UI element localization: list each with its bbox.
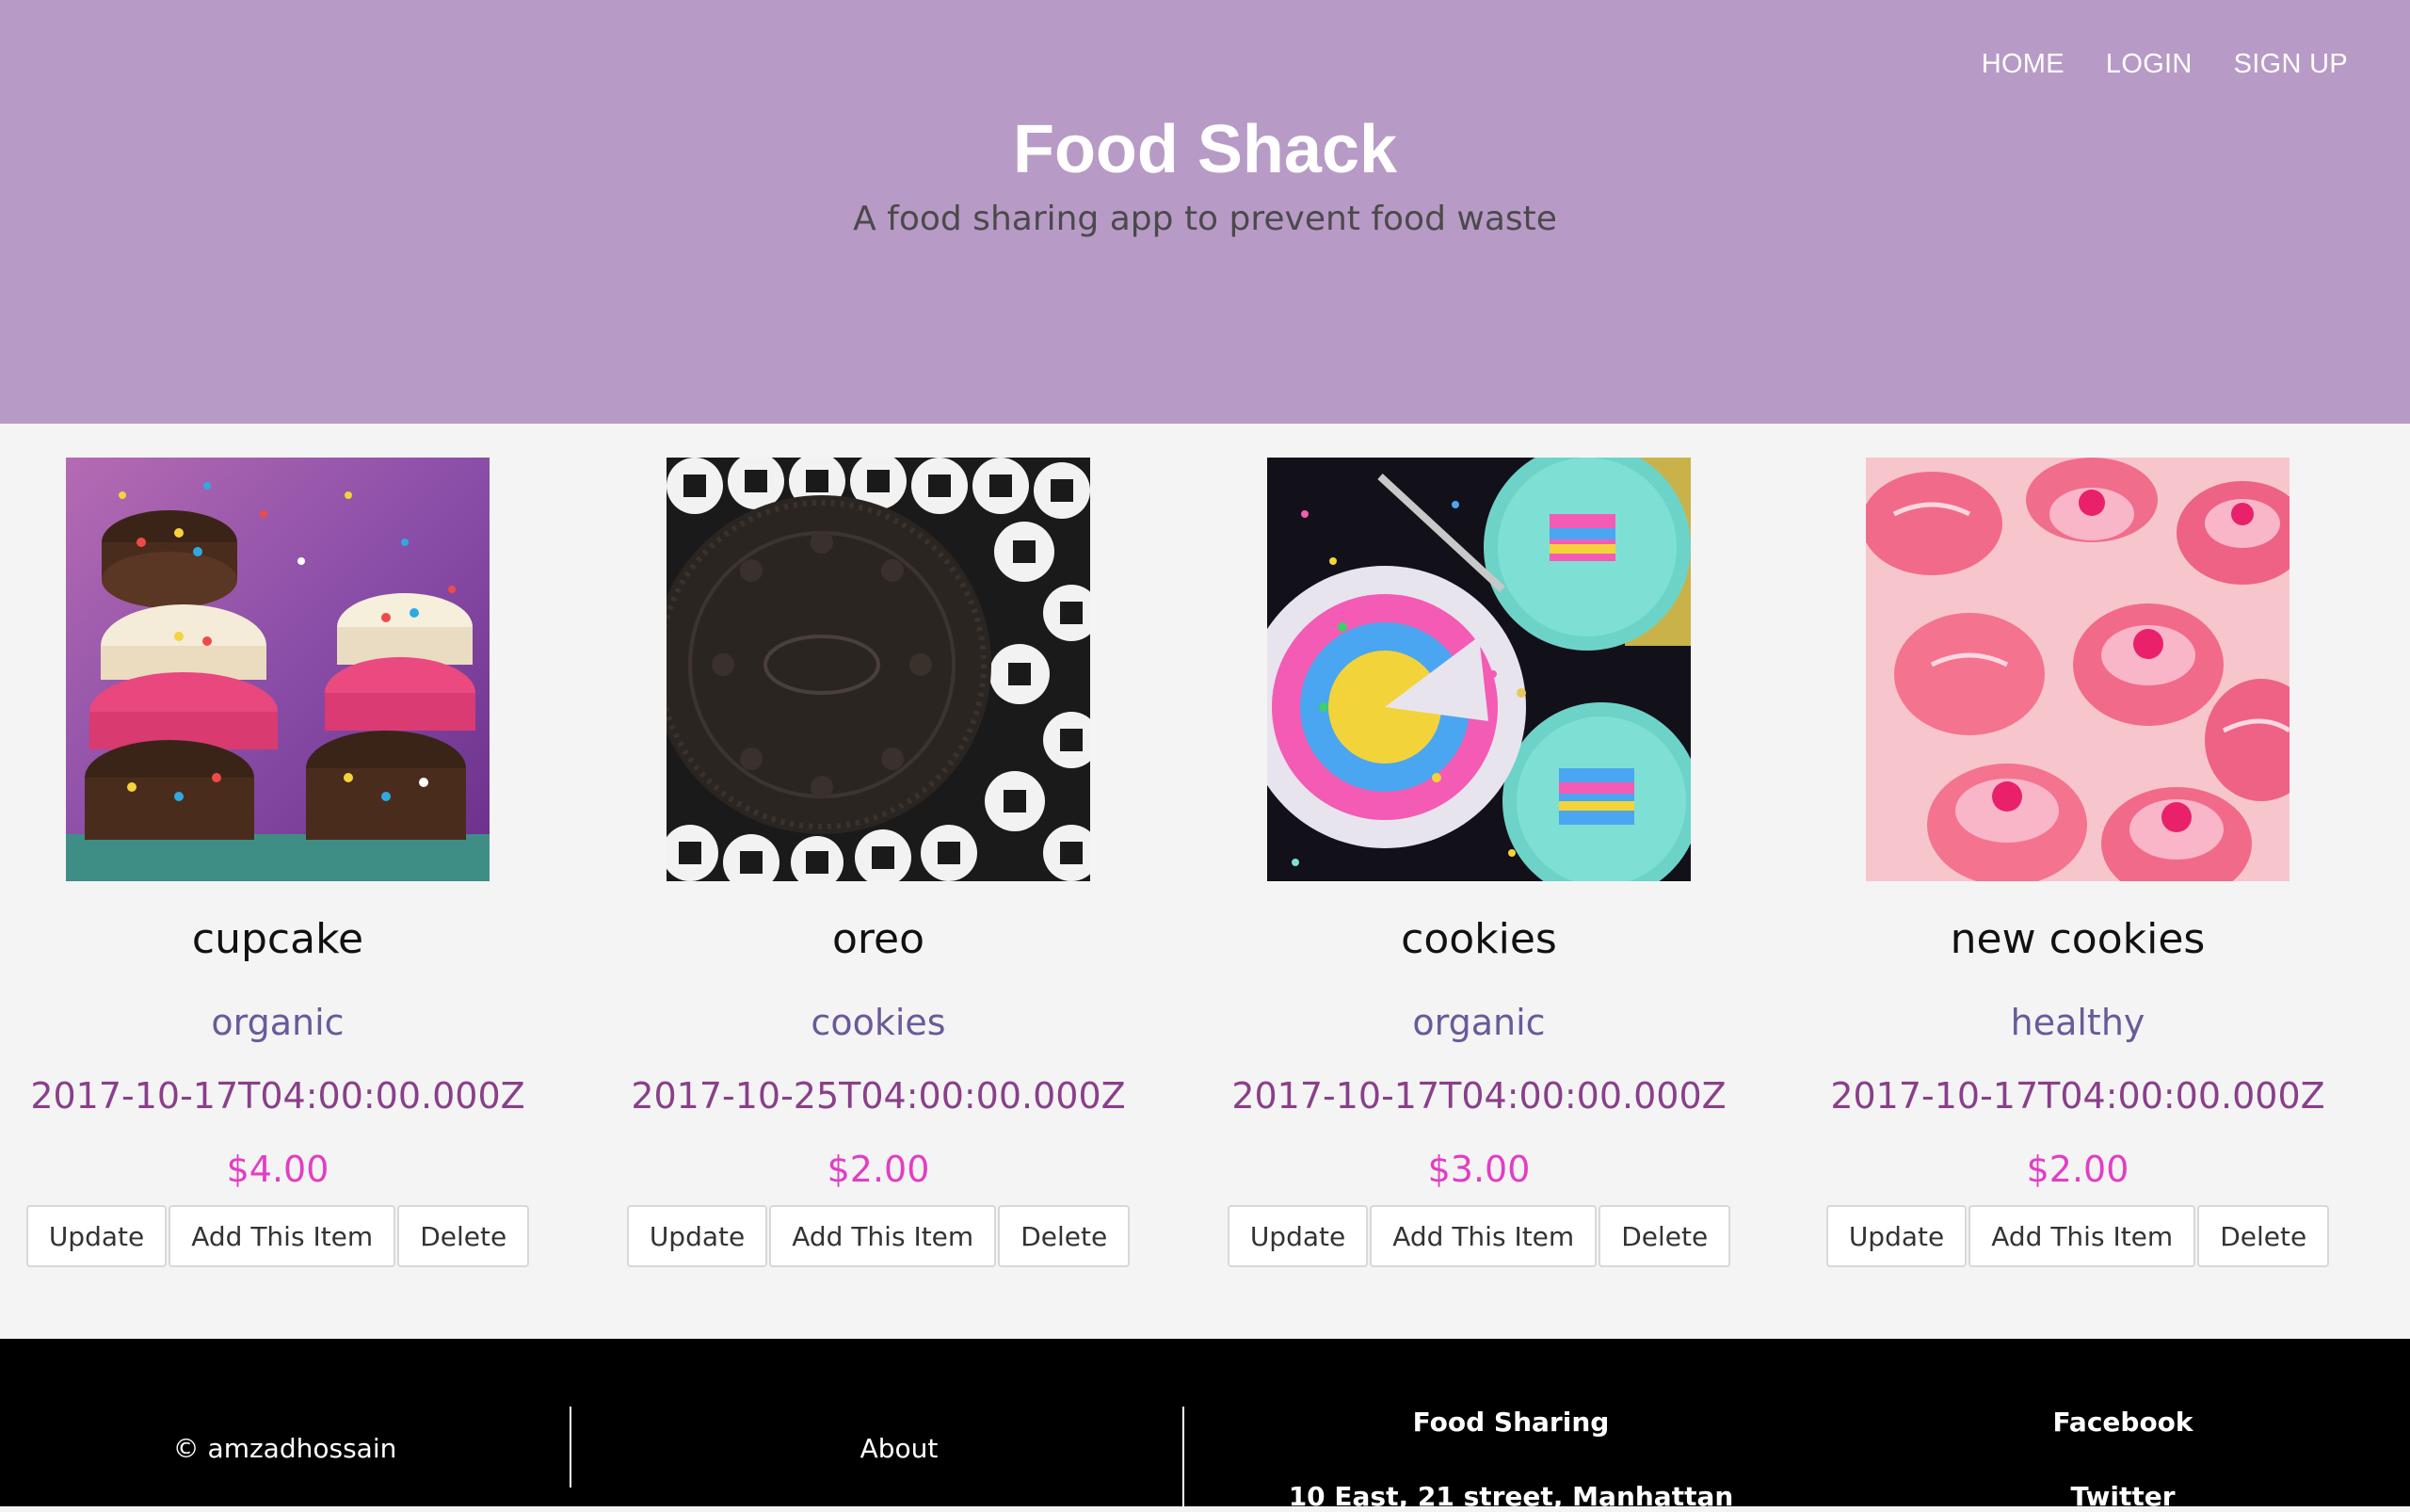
food-category: healthy (2010, 1002, 2145, 1043)
card-actions: Update Add This Item Delete (615, 1205, 1142, 1267)
header: HOME LOGIN SIGN UP Food Shack A food sha… (0, 0, 2410, 424)
food-name: cupcake (191, 915, 364, 963)
copyright-text: © amzadhossain (172, 1433, 397, 1464)
footer-social: Facebook Twitter (1977, 1407, 2269, 1512)
food-date: 2017-10-17T04:00:00.000Z (1231, 1075, 1727, 1117)
footer-divider (570, 1407, 571, 1488)
food-date: 2017-10-25T04:00:00.000Z (631, 1075, 1126, 1117)
update-button[interactable]: Update (1825, 1205, 1968, 1267)
footer-contact: Food Sharing 10 East, 21 street, Manhatt… (1271, 1407, 1751, 1512)
add-item-button[interactable]: Add This Item (1968, 1205, 2196, 1267)
add-item-button[interactable]: Add This Item (769, 1205, 997, 1267)
nav-login-link[interactable]: LOGIN (2106, 49, 2193, 80)
update-button[interactable]: Update (25, 1205, 168, 1267)
nav-home-link[interactable]: HOME (1982, 49, 2065, 80)
food-category: cookies (811, 1002, 946, 1043)
twitter-link[interactable]: Twitter (1977, 1481, 2269, 1512)
food-date: 2017-10-17T04:00:00.000Z (30, 1075, 525, 1117)
nav-signup-link[interactable]: SIGN UP (2234, 49, 2348, 80)
food-card-grid: cupcake organic 2017-10-17T04:00:00.000Z… (0, 458, 2410, 1286)
card-actions: Update Add This Item Delete (14, 1205, 541, 1267)
pink-cupcakes-image (1866, 458, 2290, 881)
page-title: Food Shack (1012, 112, 1398, 187)
food-price: $4.00 (226, 1149, 329, 1190)
add-item-button[interactable]: Add This Item (1370, 1205, 1598, 1267)
delete-button[interactable]: Delete (1599, 1205, 1731, 1267)
about-link[interactable]: About (772, 1433, 1026, 1464)
footer-contact-title: Food Sharing (1412, 1407, 1610, 1438)
food-name: oreo (831, 915, 925, 963)
footer-address: 10 East, 21 street, Manhattan (1288, 1481, 1734, 1512)
food-name: new cookies (1950, 915, 2206, 963)
food-price: $3.00 (1427, 1149, 1531, 1190)
delete-button[interactable]: Delete (397, 1205, 530, 1267)
food-category: organic (211, 1002, 345, 1043)
page-subtitle: A food sharing app to prevent food waste (853, 200, 1557, 238)
delete-button[interactable]: Delete (2197, 1205, 2330, 1267)
card-actions: Update Add This Item Delete (1215, 1205, 1743, 1267)
macarons-image (66, 458, 490, 881)
food-price: $2.00 (2026, 1149, 2129, 1190)
delete-button[interactable]: Delete (998, 1205, 1131, 1267)
rainbow-cake-image (1267, 458, 1691, 881)
food-name: cookies (1401, 915, 1557, 963)
card-actions: Update Add This Item Delete (1814, 1205, 2341, 1267)
oreo-image (667, 458, 1090, 881)
food-category: organic (1412, 1002, 1546, 1043)
footer-divider (1182, 1407, 1184, 1506)
top-nav: HOME LOGIN SIGN UP (1982, 49, 2348, 80)
update-button[interactable]: Update (626, 1205, 768, 1267)
food-date: 2017-10-17T04:00:00.000Z (1830, 1075, 2325, 1117)
food-price: $2.00 (827, 1149, 930, 1190)
update-button[interactable]: Update (1227, 1205, 1369, 1267)
facebook-link[interactable]: Facebook (2052, 1407, 2193, 1438)
add-item-button[interactable]: Add This Item (169, 1205, 396, 1267)
footer: © amzadhossain About Food Sharing 10 Eas… (0, 1339, 2410, 1512)
